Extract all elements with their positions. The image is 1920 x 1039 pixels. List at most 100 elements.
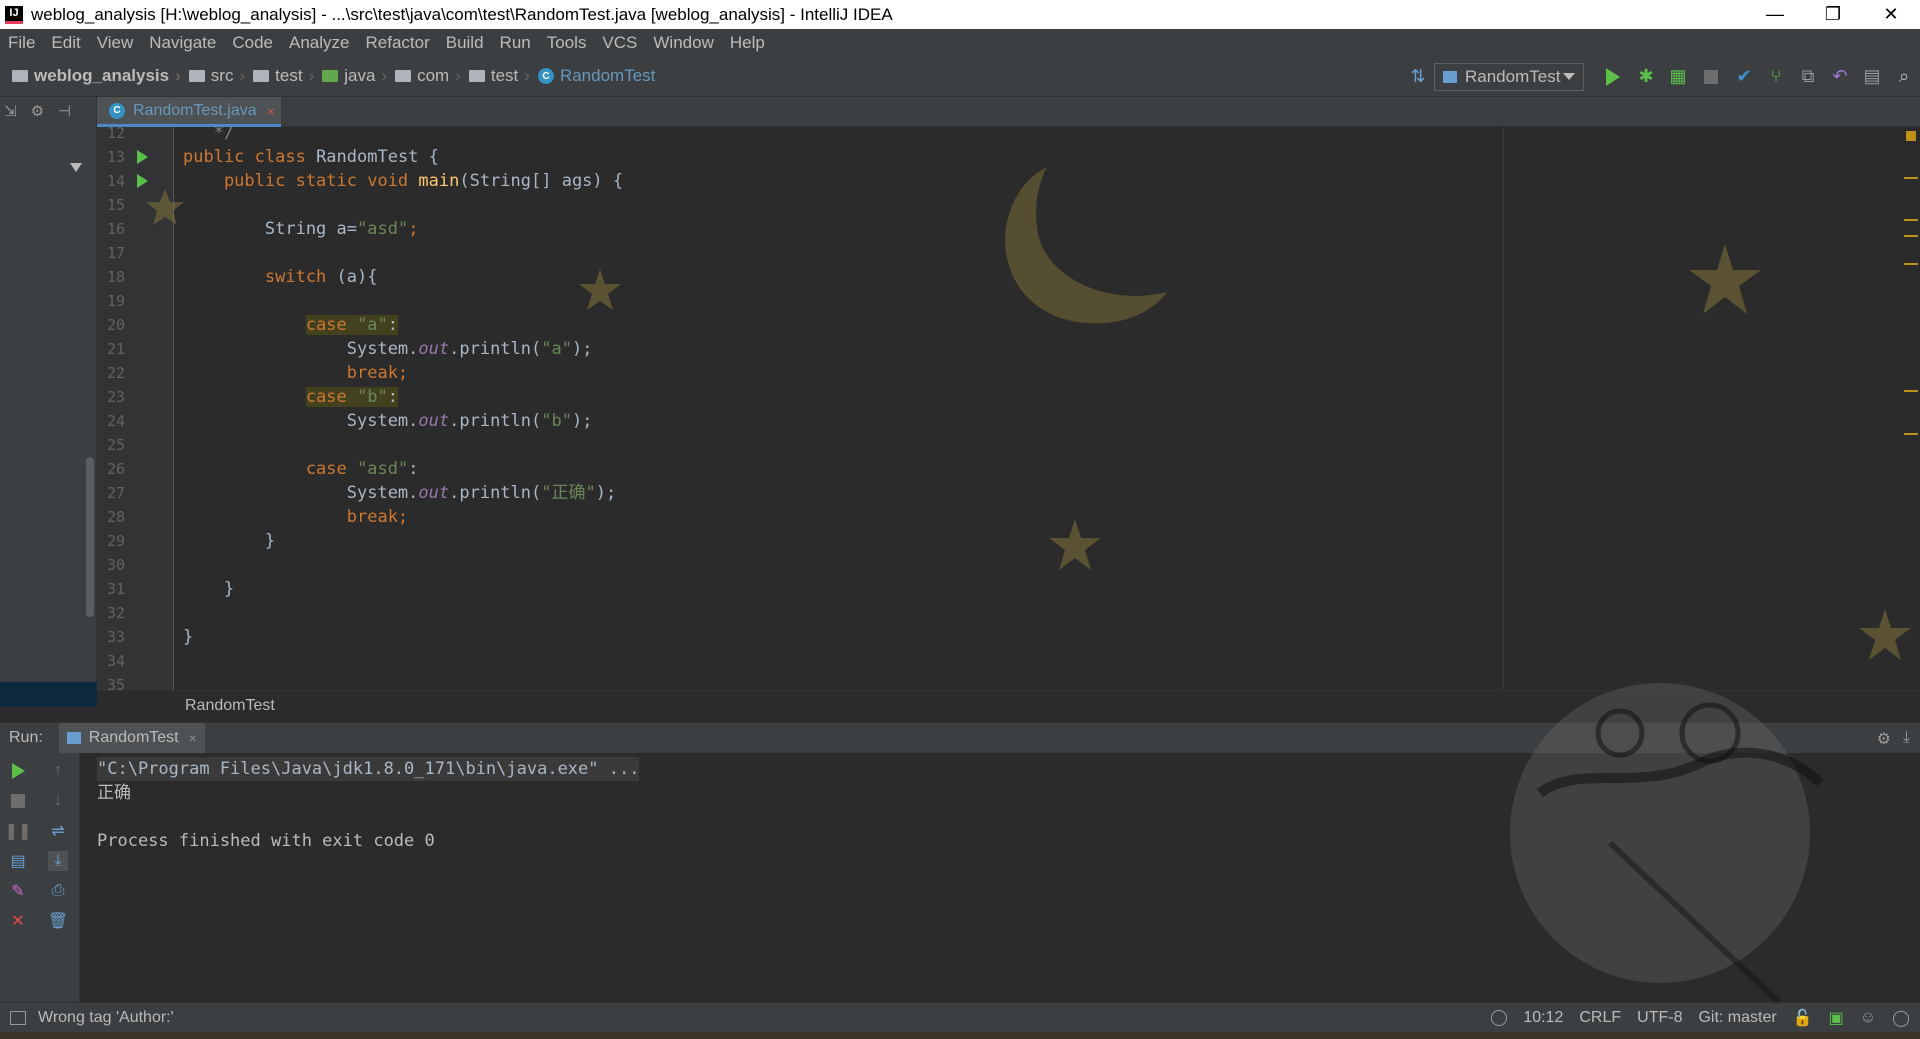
breadcrumb-project[interactable]: weblog_analysis › <box>12 66 181 86</box>
line-number[interactable]: 32 <box>97 601 125 625</box>
down-arrow-icon[interactable]: ↓ <box>48 791 68 811</box>
code-line[interactable]: 20 case "a": <box>97 313 1920 337</box>
tree-expand-arrow-icon[interactable] <box>70 163 82 172</box>
menu-window[interactable]: Window <box>653 33 713 53</box>
vcs-update-icon[interactable]: ✔ <box>1734 66 1754 87</box>
line-number[interactable]: 16 <box>97 217 125 241</box>
code-line[interactable]: 18 switch (a){ <box>97 265 1920 289</box>
editor-breadcrumb-class[interactable]: RandomTest <box>185 697 275 715</box>
line-number[interactable]: 17 <box>97 241 125 265</box>
breadcrumb-com[interactable]: com › <box>395 66 461 86</box>
stop-icon[interactable] <box>1704 69 1718 84</box>
menu-build[interactable]: Build <box>446 33 484 53</box>
menu-navigate[interactable]: Navigate <box>149 33 216 53</box>
code-line[interactable]: 23 case "b": <box>97 385 1920 409</box>
code-editor[interactable]: 12 */13 public class RandomTest {14 publi… <box>97 127 1920 690</box>
code-line[interactable]: 33} <box>97 625 1920 649</box>
file-encoding[interactable]: UTF-8 <box>1637 1009 1682 1027</box>
code-line[interactable]: 16 String a="asd"; <box>97 217 1920 241</box>
pin-tab-icon[interactable]: ✎ <box>8 881 28 901</box>
trash-icon[interactable]: 🗑 <box>48 911 68 931</box>
project-selected-row[interactable] <box>0 682 97 707</box>
caret-position[interactable]: 10:12 <box>1523 1009 1563 1027</box>
run-console[interactable]: "C:\Program Files\Java\jdk1.8.0_171\bin\… <box>80 683 1920 1003</box>
stop-icon[interactable] <box>8 791 28 811</box>
code-line[interactable]: 28 break; <box>97 505 1920 529</box>
code-line[interactable]: 21 System.out.println("a"); <box>97 337 1920 361</box>
close-icon[interactable]: ✕ <box>8 911 28 931</box>
git-branch[interactable]: Git: master <box>1698 1009 1776 1027</box>
vcs-compare-icon[interactable]: ⧉ <box>1798 66 1818 87</box>
line-number[interactable]: 20 <box>97 313 125 337</box>
lock-icon[interactable]: 🔓 <box>1793 1008 1813 1028</box>
breadcrumb-src[interactable]: src › <box>188 66 245 86</box>
line-number[interactable]: 24 <box>97 409 125 433</box>
build-icon[interactable]: ⇅ <box>1408 66 1428 87</box>
gutter-run-icon[interactable] <box>137 174 148 188</box>
minimize-button[interactable]: — <box>1746 0 1804 29</box>
code-line[interactable]: 30 <box>97 553 1920 577</box>
menu-tools[interactable]: Tools <box>547 33 587 53</box>
gutter-run-icon[interactable] <box>137 150 148 164</box>
line-number[interactable]: 23 <box>97 385 125 409</box>
rerun-icon[interactable] <box>8 761 28 781</box>
breadcrumb-class[interactable]: C RandomTest <box>537 66 655 86</box>
undo-icon[interactable]: ↶ <box>1830 66 1850 87</box>
menu-vcs[interactable]: VCS <box>602 33 637 53</box>
line-number[interactable]: 33 <box>97 625 125 649</box>
line-number[interactable]: 30 <box>97 553 125 577</box>
coverage-icon[interactable]: ▦ <box>1668 66 1688 87</box>
warning-marker[interactable] <box>1904 390 1918 392</box>
code-line[interactable]: 29 } <box>97 529 1920 553</box>
line-number[interactable]: 26 <box>97 457 125 481</box>
menu-run[interactable]: Run <box>500 33 531 53</box>
hide-toolwindow-icon[interactable]: ⤓ <box>1903 729 1910 749</box>
toggle-toolwindows-icon[interactable] <box>10 1010 26 1025</box>
code-line[interactable]: 19 <box>97 289 1920 313</box>
line-number[interactable]: 31 <box>97 577 125 601</box>
menu-view[interactable]: View <box>97 33 134 53</box>
close-tab-icon[interactable]: × <box>267 103 275 119</box>
tab-randomtest-java[interactable]: C RandomTest.java × <box>97 97 281 127</box>
menu-code[interactable]: Code <box>232 33 273 53</box>
line-number[interactable]: 15 <box>97 193 125 217</box>
line-number[interactable]: 27 <box>97 481 125 505</box>
search-icon[interactable]: ⌕ <box>1894 66 1914 87</box>
project-scrollbar[interactable] <box>86 457 94 617</box>
warning-marker[interactable] <box>1904 177 1918 179</box>
gear-icon[interactable]: ⚙ <box>1877 729 1891 749</box>
hector-icon[interactable]: ☺ <box>1860 1009 1876 1027</box>
code-line[interactable]: 32 <box>97 601 1920 625</box>
warning-marker[interactable] <box>1904 219 1918 221</box>
warning-marker[interactable] <box>1904 263 1918 265</box>
analysis-status-marker[interactable] <box>1906 131 1916 141</box>
code-line[interactable]: 15 <box>97 193 1920 217</box>
line-separator[interactable]: CRLF <box>1579 1009 1621 1027</box>
code-line[interactable]: 27 System.out.println("正确"); <box>97 481 1920 505</box>
debug-icon[interactable]: ✱ <box>1636 66 1656 87</box>
code-line[interactable]: 25 <box>97 433 1920 457</box>
line-number[interactable]: 35 <box>97 673 125 690</box>
collapse-all-icon[interactable]: ⇲ <box>4 102 17 120</box>
dump-threads-icon[interactable]: ▤ <box>8 851 28 871</box>
code-line[interactable]: 24 System.out.println("b"); <box>97 409 1920 433</box>
error-stripe[interactable] <box>1902 127 1920 690</box>
close-run-tab-icon[interactable]: × <box>189 730 197 746</box>
close-window-button[interactable]: ✕ <box>1862 0 1920 29</box>
warning-marker[interactable] <box>1904 235 1918 237</box>
menu-refactor[interactable]: Refactor <box>365 33 429 53</box>
line-number[interactable]: 21 <box>97 337 125 361</box>
line-number[interactable]: 22 <box>97 361 125 385</box>
code-line[interactable]: 13 public class RandomTest { <box>97 145 1920 169</box>
line-number[interactable]: 14 <box>97 169 125 193</box>
notifications-icon[interactable]: ◯ <box>1892 1008 1910 1028</box>
menu-help[interactable]: Help <box>730 33 765 53</box>
line-number[interactable]: 28 <box>97 505 125 529</box>
restore-button[interactable]: ❐ <box>1804 0 1862 29</box>
line-number[interactable]: 34 <box>97 649 125 673</box>
code-line[interactable]: 34 <box>97 649 1920 673</box>
warning-marker[interactable] <box>1904 433 1918 435</box>
line-number[interactable]: 19 <box>97 289 125 313</box>
pause-icon[interactable]: ❚❚ <box>5 821 32 841</box>
up-arrow-icon[interactable]: ↑ <box>48 761 68 781</box>
